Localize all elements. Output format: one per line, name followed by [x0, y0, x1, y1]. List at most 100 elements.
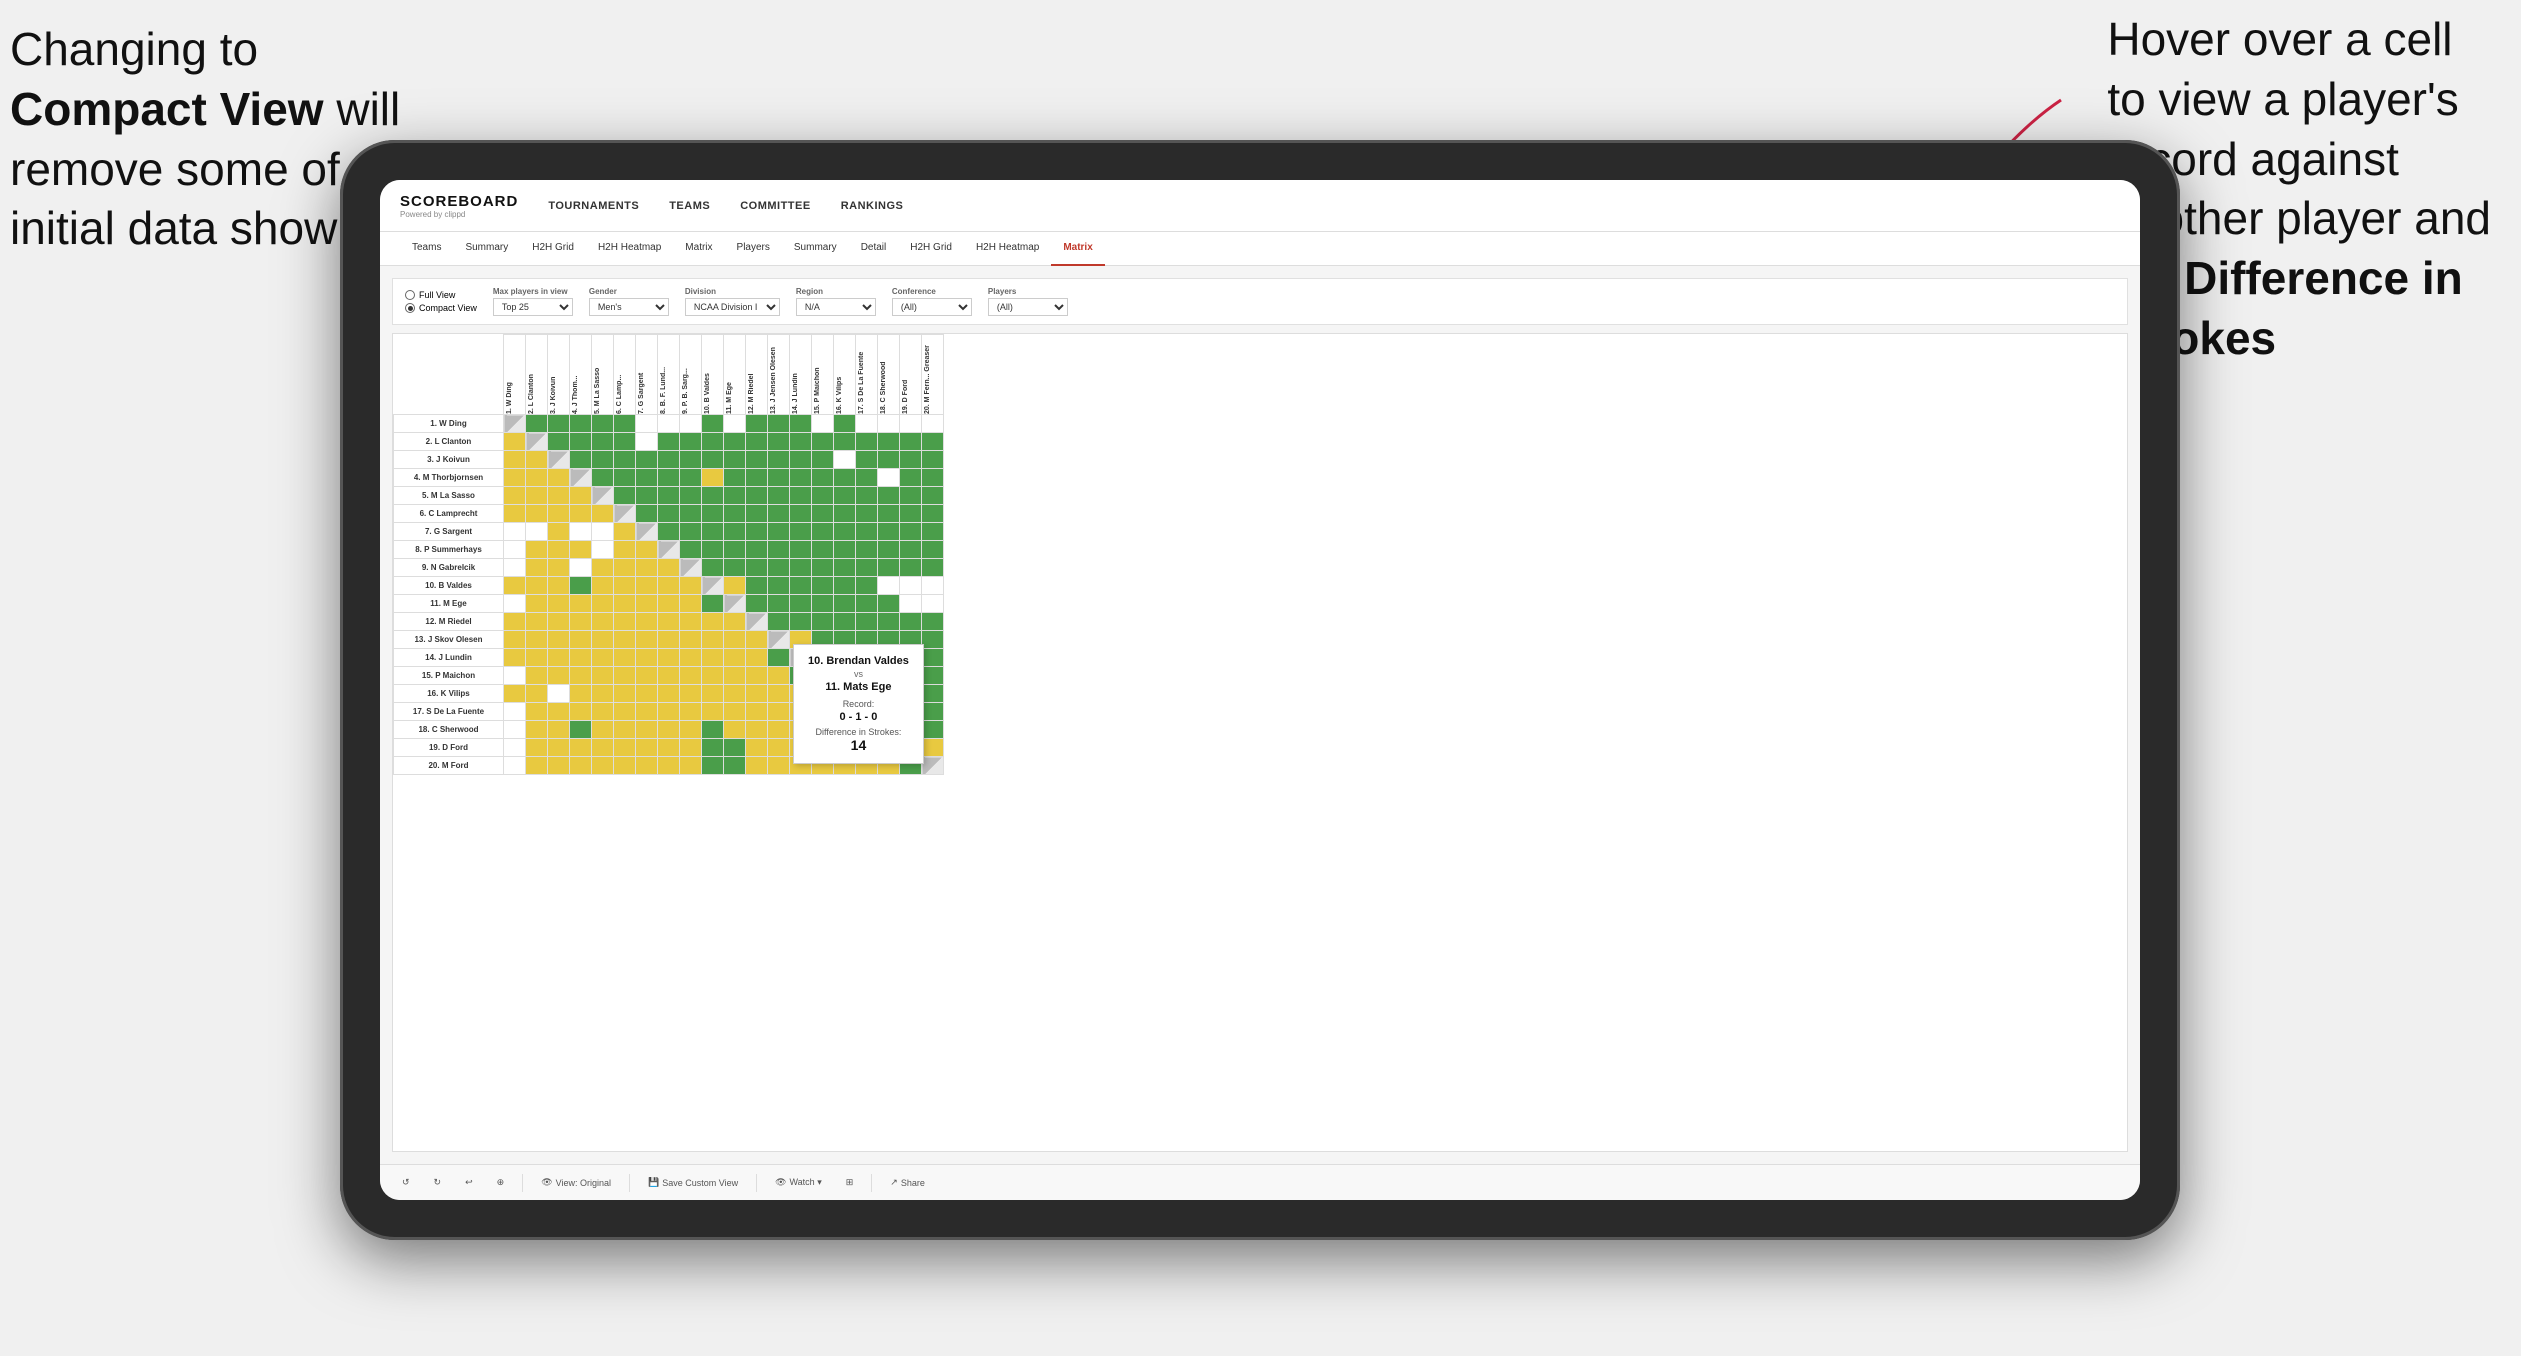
cell-9-20[interactable]: [922, 559, 944, 577]
cell-7-19[interactable]: [900, 523, 922, 541]
max-players-select[interactable]: Top 25: [493, 298, 573, 316]
cell-15-4[interactable]: [570, 667, 592, 685]
cell-3-20[interactable]: [922, 451, 944, 469]
cell-18-6[interactable]: [614, 721, 636, 739]
cell-16-2[interactable]: [526, 685, 548, 703]
cell-16-5[interactable]: [592, 685, 614, 703]
cell-7-14[interactable]: [790, 523, 812, 541]
cell-13-1[interactable]: [504, 631, 526, 649]
cell-11-4[interactable]: [570, 595, 592, 613]
cell-20-3[interactable]: [548, 757, 570, 775]
cell-5-18[interactable]: [878, 487, 900, 505]
cell-4-17[interactable]: [856, 469, 878, 487]
cell-15-8[interactable]: [658, 667, 680, 685]
cell-10-8[interactable]: [658, 577, 680, 595]
cell-17-12[interactable]: [746, 703, 768, 721]
cell-7-15[interactable]: [812, 523, 834, 541]
cell-3-10[interactable]: [702, 451, 724, 469]
cell-3-18[interactable]: [878, 451, 900, 469]
cell-13-6[interactable]: [614, 631, 636, 649]
cell-15-9[interactable]: [680, 667, 702, 685]
tab-h2h-grid-2[interactable]: H2H Grid: [898, 232, 964, 266]
cell-17-3[interactable]: [548, 703, 570, 721]
tab-h2h-heatmap[interactable]: H2H Heatmap: [586, 232, 673, 266]
cell-15-20[interactable]: [922, 667, 944, 685]
cell-2-19[interactable]: [900, 433, 922, 451]
tab-teams[interactable]: Teams: [400, 232, 453, 266]
cell-1-5[interactable]: [592, 415, 614, 433]
cell-8-11[interactable]: [724, 541, 746, 559]
cell-4-18[interactable]: [878, 469, 900, 487]
cell-2-4[interactable]: [570, 433, 592, 451]
cell-5-5[interactable]: [592, 487, 614, 505]
cell-5-16[interactable]: [834, 487, 856, 505]
compact-view-radio[interactable]: [405, 303, 415, 313]
cell-15-10[interactable]: [702, 667, 724, 685]
cell-4-11[interactable]: [724, 469, 746, 487]
cell-1-1[interactable]: [504, 415, 526, 433]
cell-17-7[interactable]: [636, 703, 658, 721]
cell-9-19[interactable]: [900, 559, 922, 577]
division-select[interactable]: NCAA Division I: [685, 298, 780, 316]
cell-6-19[interactable]: [900, 505, 922, 523]
cell-2-8[interactable]: [658, 433, 680, 451]
cell-7-7[interactable]: [636, 523, 658, 541]
redo-button[interactable]: ↻: [428, 1174, 448, 1191]
cell-12-9[interactable]: [680, 613, 702, 631]
cell-9-16[interactable]: [834, 559, 856, 577]
cell-13-9[interactable]: [680, 631, 702, 649]
cell-6-12[interactable]: [746, 505, 768, 523]
cell-20-10[interactable]: [702, 757, 724, 775]
cell-10-6[interactable]: [614, 577, 636, 595]
cell-1-16[interactable]: [834, 415, 856, 433]
cell-11-1[interactable]: [504, 595, 526, 613]
cell-20-7[interactable]: [636, 757, 658, 775]
cell-3-17[interactable]: [856, 451, 878, 469]
cell-7-16[interactable]: [834, 523, 856, 541]
cell-2-3[interactable]: [548, 433, 570, 451]
cell-12-13[interactable]: [768, 613, 790, 631]
cell-20-4[interactable]: [570, 757, 592, 775]
save-custom-button[interactable]: 💾 Save Custom View: [642, 1174, 744, 1191]
cell-2-14[interactable]: [790, 433, 812, 451]
cell-5-4[interactable]: [570, 487, 592, 505]
cell-1-3[interactable]: [548, 415, 570, 433]
cell-16-3[interactable]: [548, 685, 570, 703]
cell-8-19[interactable]: [900, 541, 922, 559]
cell-3-1[interactable]: [504, 451, 526, 469]
cell-12-5[interactable]: [592, 613, 614, 631]
cell-14-8[interactable]: [658, 649, 680, 667]
cell-10-11[interactable]: [724, 577, 746, 595]
cell-18-2[interactable]: [526, 721, 548, 739]
cell-7-12[interactable]: [746, 523, 768, 541]
cell-4-20[interactable]: [922, 469, 944, 487]
cell-20-6[interactable]: [614, 757, 636, 775]
cell-15-3[interactable]: [548, 667, 570, 685]
cell-12-4[interactable]: [570, 613, 592, 631]
cell-8-6[interactable]: [614, 541, 636, 559]
cell-5-11[interactable]: [724, 487, 746, 505]
cell-3-7[interactable]: [636, 451, 658, 469]
cell-10-18[interactable]: [878, 577, 900, 595]
cell-2-1[interactable]: [504, 433, 526, 451]
cell-18-7[interactable]: [636, 721, 658, 739]
nav-committee[interactable]: COMMITTEE: [740, 196, 811, 216]
cell-1-17[interactable]: [856, 415, 878, 433]
cell-7-17[interactable]: [856, 523, 878, 541]
cell-12-10[interactable]: [702, 613, 724, 631]
cell-2-20[interactable]: [922, 433, 944, 451]
cell-11-14[interactable]: [790, 595, 812, 613]
tab-summary-2[interactable]: Summary: [782, 232, 849, 266]
cell-2-11[interactable]: [724, 433, 746, 451]
cell-19-20[interactable]: [922, 739, 944, 757]
cell-7-20[interactable]: [922, 523, 944, 541]
cell-6-2[interactable]: [526, 505, 548, 523]
cell-6-13[interactable]: [768, 505, 790, 523]
cell-11-2[interactable]: [526, 595, 548, 613]
cell-14-11[interactable]: [724, 649, 746, 667]
cell-8-13[interactable]: [768, 541, 790, 559]
cell-5-8[interactable]: [658, 487, 680, 505]
cell-12-11[interactable]: [724, 613, 746, 631]
cell-13-4[interactable]: [570, 631, 592, 649]
cell-19-10[interactable]: [702, 739, 724, 757]
